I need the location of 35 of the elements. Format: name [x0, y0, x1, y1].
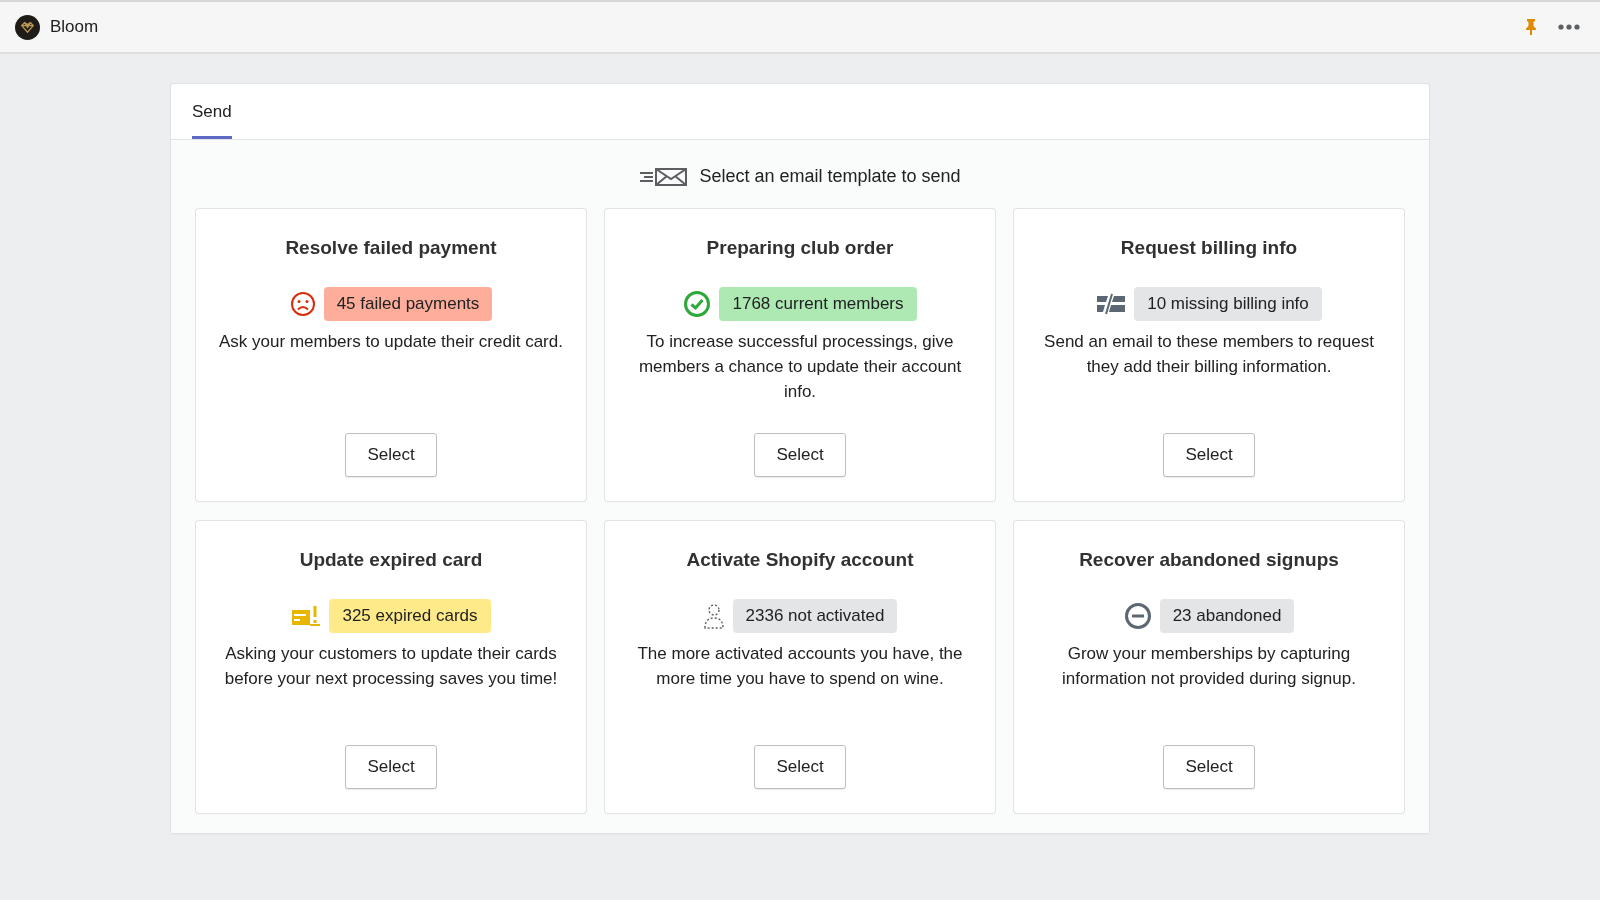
- card-title: Activate Shopify account: [686, 549, 914, 571]
- card-description: To increase successful processings, give members a chance to update their account info.: [637, 331, 963, 403]
- select-button[interactable]: Select: [1163, 745, 1255, 789]
- status-badge: 2336 not activated: [732, 599, 898, 633]
- email-icon: [639, 166, 688, 187]
- select-button[interactable]: Select: [1163, 433, 1255, 477]
- select-button[interactable]: Select: [345, 745, 437, 789]
- section-heading: Select an email template to send: [699, 166, 961, 187]
- app-logo-icon: [15, 14, 40, 40]
- card-title: Preparing club order: [706, 237, 894, 259]
- check-circle-icon: [683, 290, 712, 318]
- card-alert-icon: [291, 605, 322, 627]
- card-description: Ask your members to update their credit card.: [219, 331, 563, 353]
- status-badge: 1768 current members: [719, 287, 917, 321]
- status-badge: 10 missing billing info: [1134, 287, 1322, 321]
- app-name: Bloom: [50, 17, 99, 37]
- card-description: Asking your customers to update their cards before your next processing saves you time!: [223, 643, 559, 690]
- card-description: Grow your memberships by capturing information not provided during signup.: [1061, 643, 1357, 690]
- card-slash-icon: [1096, 293, 1127, 315]
- card-title: Request billing info: [1120, 237, 1298, 259]
- status-badge: 23 abandoned: [1159, 599, 1295, 633]
- more-icon[interactable]: [1558, 24, 1580, 30]
- card-title: Resolve failed payment: [285, 237, 497, 259]
- person-outline-icon: [702, 603, 725, 629]
- select-button[interactable]: Select: [754, 745, 846, 789]
- card-description: The more activated accounts you have, the more time you have to spend on wine.: [636, 643, 964, 690]
- sad-face-icon: [289, 291, 316, 317]
- status-badge: 325 expired cards: [329, 599, 491, 633]
- status-badge: 45 failed payments: [323, 287, 493, 321]
- select-button[interactable]: Select: [754, 433, 846, 477]
- minus-circle-icon: [1123, 602, 1152, 630]
- select-button[interactable]: Select: [345, 433, 437, 477]
- card-title: Recover abandoned signups: [1079, 549, 1339, 571]
- card-description: Send an email to these members to request they add their billing information.: [1043, 331, 1375, 378]
- card-title: Update expired card: [299, 549, 483, 571]
